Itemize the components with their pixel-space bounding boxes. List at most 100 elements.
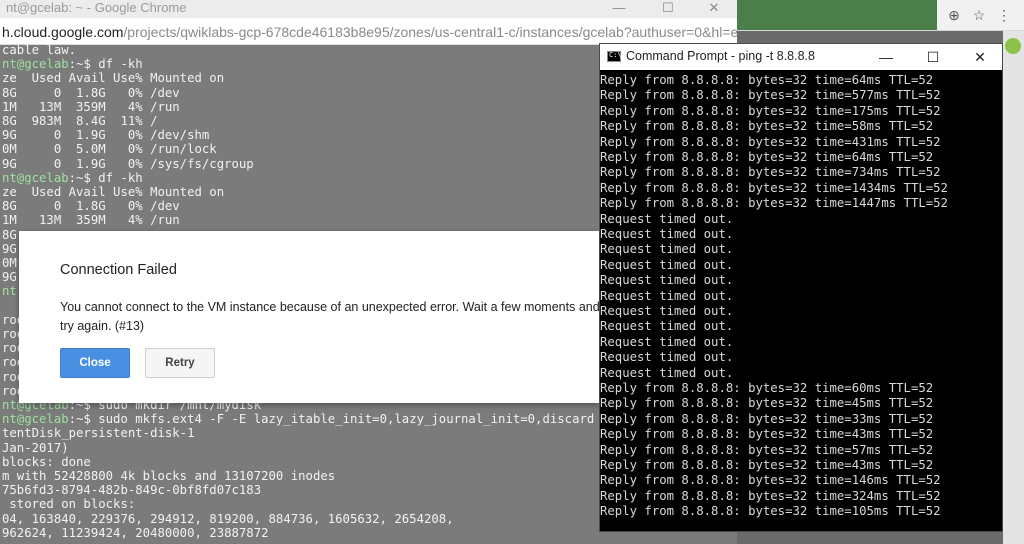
ping-output-line: Reply from 8.8.8.8: bytes=32 time=175ms …: [600, 103, 941, 118]
ping-output-line: Reply from 8.8.8.8: bytes=32 time=33ms T…: [600, 411, 934, 426]
cmd-close-button[interactable]: ✕: [957, 44, 1003, 70]
terminal-line: nt: [2, 284, 17, 298]
terminal-text: ze Used Avail Use% Mounted on: [2, 71, 225, 86]
terminal-text: 8G: [2, 227, 17, 242]
desktop-background: [737, 0, 937, 30]
dialog-message: You cannot connect to the VM instance be…: [60, 300, 600, 333]
ping-output-line: Reply from 8.8.8.8: bytes=32 time=43ms T…: [600, 427, 934, 442]
terminal-line: cable law.: [2, 43, 76, 57]
terminal-prompt: nt: [2, 284, 17, 299]
terminal-text: :~$ df -kh: [68, 57, 143, 72]
terminal-text: 1M 13M 359M 4% /run: [2, 213, 180, 228]
terminal-text: 9G 0 1.9G 0% /dev/shm: [2, 128, 210, 143]
close-button[interactable]: Close: [60, 348, 130, 378]
terminal-line: 9G 0 1.9G 0% /dev/shm: [2, 128, 209, 142]
terminal-text: 8G 983M 8.4G 11% /: [2, 114, 158, 128]
cmd-window-title: Command Prompt - ping -t 8.8.8.8: [626, 49, 815, 63]
address-bar-url[interactable]: h.cloud.google.com/projects/qwiklabs-gcp…: [2, 24, 737, 40]
terminal-line: 8G 0 1.8G 0% /dev: [2, 86, 180, 100]
terminal-text: 8G 0 1.8G 0% /dev: [2, 199, 180, 214]
ping-output-line: Reply from 8.8.8.8: bytes=32 time=60ms T…: [600, 381, 934, 395]
terminal-text: 9G: [2, 241, 17, 256]
terminal-line: ze Used Avail Use% Mounted on: [2, 71, 224, 85]
ping-output-line: Request timed out.: [600, 227, 734, 241]
cmd-minimize-button[interactable]: —: [863, 44, 909, 70]
ping-output-line: Reply from 8.8.8.8: bytes=32 time=1447ms…: [600, 196, 948, 211]
cmd-maximize-button[interactable]: ☐: [910, 44, 956, 70]
cmd-icon: C:\: [607, 51, 622, 62]
terminal-line: tentDisk_persistent-disk-1: [2, 426, 195, 440]
terminal-text: 0M: [2, 256, 17, 270]
terminal-line: 8G: [2, 228, 17, 242]
terminal-text: 962624, 11239424, 20480000, 23887872: [2, 525, 269, 540]
ping-output-line: Reply from 8.8.8.8: bytes=32 time=146ms …: [600, 473, 941, 488]
terminal-text: m with 52428800 4k blocks and 13107200 i…: [2, 469, 336, 483]
chrome-minimize-button[interactable]: —: [596, 0, 642, 18]
ping-output-line: Reply from 8.8.8.8: bytes=32 time=1434ms…: [600, 180, 948, 195]
cmd-output[interactable]: Reply from 8.8.8.8: bytes=32 time=64ms T…: [600, 70, 1002, 531]
terminal-line: 0M 0 5.0M 0% /run/lock: [2, 142, 217, 156]
terminal-text: stored on blocks:: [2, 497, 136, 512]
terminal-text: 1M 13M 359M 4% /run: [2, 99, 180, 114]
ping-output-line: Request timed out.: [600, 288, 734, 303]
ping-output-line: Reply from 8.8.8.8: bytes=32 time=105ms …: [600, 504, 941, 519]
terminal-prompt: nt@gcelab: [2, 57, 69, 72]
chrome-close-button[interactable]: ✕: [691, 0, 737, 18]
terminal-line: 9G: [2, 242, 17, 256]
ping-output-line: Reply from 8.8.8.8: bytes=32 time=64ms T…: [600, 73, 934, 87]
terminal-text: 8G 0 1.8G 0% /dev: [2, 85, 180, 100]
dialog-title: Connection Failed: [60, 262, 177, 278]
terminal-line: 962624, 11239424, 20480000, 23887872: [2, 526, 269, 540]
chrome-titlebar: nt@gcelab: ~ - Google Chrome — ☐ ✕: [0, 0, 737, 18]
terminal-line: 1M 13M 359M 4% /run: [2, 100, 180, 114]
terminal-line: ze Used Avail Use% Mounted on: [2, 185, 224, 199]
ping-output-line: Request timed out.: [600, 350, 734, 365]
ping-output-line: Reply from 8.8.8.8: bytes=32 time=58ms T…: [600, 119, 934, 134]
terminal-line: 8G 0 1.8G 0% /dev: [2, 199, 180, 213]
terminal-line: 1M 13M 359M 4% /run: [2, 213, 180, 227]
extension-icon[interactable]: [1005, 38, 1021, 54]
ping-output-line: Request timed out.: [600, 257, 734, 272]
ping-output-line: Reply from 8.8.8.8: bytes=32 time=734ms …: [600, 165, 941, 180]
terminal-line: nt@gcelab:~$ df -kh: [2, 171, 143, 185]
terminal-text: 04, 163840, 229376, 294912, 819200, 8847…: [2, 511, 454, 526]
terminal-line: 75b6fd3-8794-482b-849c-0bf8fd07c183: [2, 483, 261, 497]
terminal-text: tentDisk_persistent-disk-1: [2, 426, 195, 441]
ping-output-line: Request timed out.: [600, 319, 734, 334]
menu-icon[interactable]: ⋮: [995, 6, 1013, 24]
terminal-text: :~$ sudo mkfs.ext4 -F -E lazy_itable_ini…: [68, 412, 595, 427]
ping-output-line: Reply from 8.8.8.8: bytes=32 time=431ms …: [600, 134, 941, 149]
cmd-titlebar[interactable]: C:\ Command Prompt - ping -t 8.8.8.8 — ☐…: [600, 44, 1002, 70]
ping-output-line: Request timed out.: [600, 273, 734, 288]
terminal-line: nt@gcelab:~$ sudo mkfs.ext4 -F -E lazy_i…: [2, 412, 594, 426]
terminal-text: 9G: [2, 270, 17, 285]
terminal-text: blocks: done: [2, 454, 91, 469]
url-path: /projects/qwiklabs-gcp-678cde46183b8e95/…: [123, 24, 737, 40]
terminal-line: Jan-2017): [2, 441, 69, 455]
star-icon[interactable]: ☆: [970, 6, 988, 24]
ping-output-line: Reply from 8.8.8.8: bytes=32 time=57ms T…: [600, 442, 934, 457]
chrome-side-panel: [1003, 31, 1024, 544]
ping-output-line: Reply from 8.8.8.8: bytes=32 time=64ms T…: [600, 150, 934, 164]
terminal-prompt: nt@gcelab: [2, 412, 69, 427]
ping-output-line: Reply from 8.8.8.8: bytes=32 time=324ms …: [600, 488, 941, 503]
terminal-line: 0M: [2, 256, 17, 270]
retry-button[interactable]: Retry: [145, 348, 215, 378]
terminal-line: 9G 0 1.9G 0% /sys/fs/cgroup: [2, 157, 254, 171]
zoom-icon[interactable]: ⊕: [945, 6, 963, 24]
chrome-maximize-button[interactable]: ☐: [645, 0, 691, 18]
ping-output-line: Request timed out.: [600, 365, 734, 380]
chrome-window-title: nt@gcelab: ~ - Google Chrome: [6, 0, 187, 15]
terminal-line: 8G 983M 8.4G 11% /: [2, 114, 157, 128]
terminal-line: 9G: [2, 270, 17, 284]
ping-output-line: Request timed out.: [600, 211, 734, 226]
ping-output-line: Request timed out.: [600, 242, 734, 257]
terminal-text: 0M 0 5.0M 0% /run/lock: [2, 142, 217, 157]
ping-output-line: Reply from 8.8.8.8: bytes=32 time=577ms …: [600, 88, 941, 103]
address-bar[interactable]: h.cloud.google.com/projects/qwiklabs-gcp…: [0, 18, 737, 45]
terminal-text: 75b6fd3-8794-482b-849c-0bf8fd07c183: [2, 483, 262, 498]
terminal-text: :~$ df -kh: [68, 170, 143, 185]
terminal-line: 04, 163840, 229376, 294912, 819200, 8847…: [2, 512, 454, 526]
terminal-text: cable law.: [2, 43, 77, 57]
ping-output-line: Reply from 8.8.8.8: bytes=32 time=43ms T…: [600, 458, 934, 472]
